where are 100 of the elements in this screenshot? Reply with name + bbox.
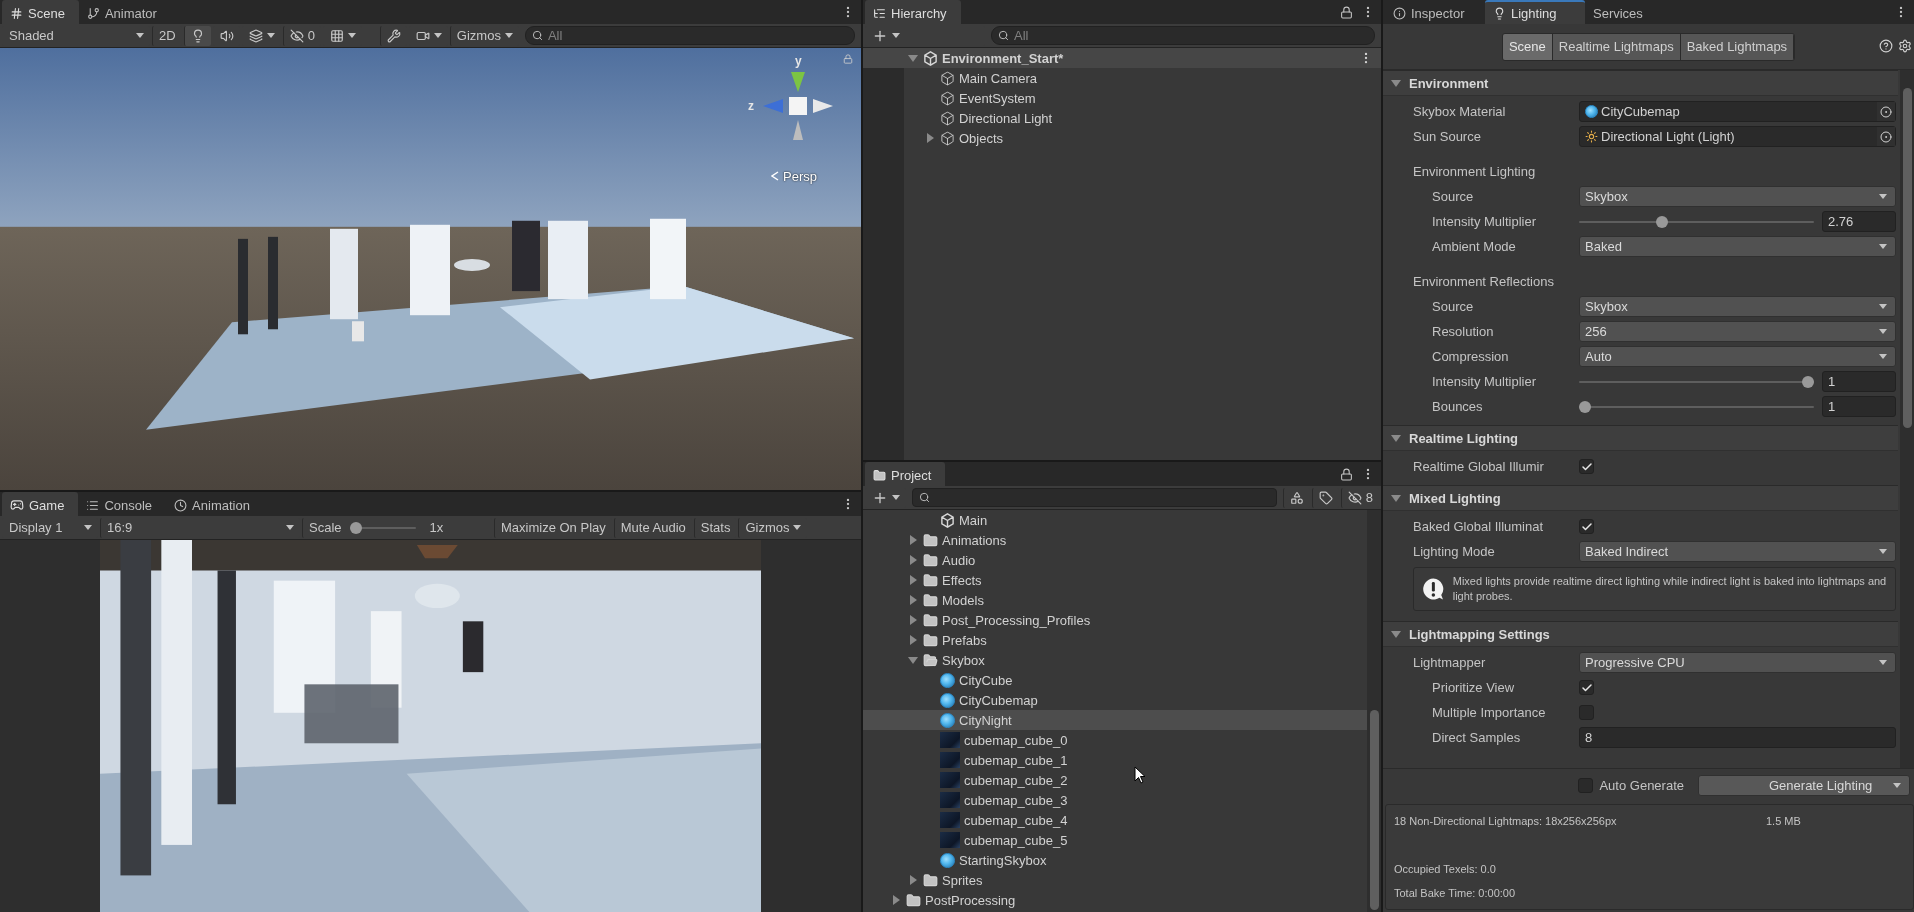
panel-tab[interactable]: Animator bbox=[78, 0, 171, 24]
slider-thumb[interactable] bbox=[349, 521, 362, 534]
number-field[interactable]: 1 bbox=[1822, 371, 1896, 392]
dropdown[interactable]: Skybox bbox=[1579, 296, 1896, 317]
checkbox[interactable] bbox=[1579, 519, 1594, 534]
picker-icon[interactable] bbox=[1880, 105, 1892, 118]
dropdown[interactable]: Progressive CPU bbox=[1579, 652, 1896, 673]
field-label: Source bbox=[1432, 299, 1475, 314]
project-item[interactable]: PostProcessing bbox=[863, 890, 1367, 910]
project-item[interactable]: Sprites bbox=[863, 870, 1367, 890]
project-item[interactable]: Animations bbox=[863, 530, 1367, 550]
collapse-arrow-icon[interactable] bbox=[892, 895, 900, 905]
panel-tab[interactable]: Hierarchy bbox=[865, 0, 961, 24]
expand-arrow-icon[interactable] bbox=[908, 54, 918, 62]
material-sphere-icon bbox=[940, 852, 955, 868]
slider[interactable] bbox=[1579, 399, 1814, 414]
project-item[interactable]: Audio bbox=[863, 550, 1367, 570]
lighting-subtab[interactable]: Baked Lightmaps bbox=[1680, 33, 1795, 60]
search-field[interactable]: All bbox=[524, 26, 855, 45]
texture-thumbnail-icon bbox=[940, 732, 960, 748]
project-item[interactable]: CityCubemap bbox=[863, 690, 1367, 710]
slider-thumb[interactable] bbox=[1802, 375, 1814, 388]
lighting-subtab[interactable]: Scene bbox=[1502, 33, 1553, 60]
search-field[interactable] bbox=[912, 488, 1277, 507]
panel-tab[interactable]: Game bbox=[2, 492, 79, 516]
project-item[interactable]: CityNight bbox=[863, 710, 1367, 730]
hierarchy-item[interactable]: Directional Light bbox=[863, 108, 1381, 128]
collapse-arrow-icon[interactable] bbox=[926, 133, 934, 143]
project-item[interactable]: Models bbox=[863, 590, 1367, 610]
panel-tab[interactable]: Animation bbox=[166, 492, 264, 516]
panel-tab[interactable]: Inspector bbox=[1385, 0, 1485, 24]
dropdown[interactable]: 256 bbox=[1579, 321, 1896, 342]
generate-lighting-button[interactable]: Generate Lighting bbox=[1698, 775, 1910, 796]
section-header[interactable]: Mixed Lighting bbox=[1383, 485, 1898, 511]
dropdown[interactable]: Baked Indirect bbox=[1579, 541, 1896, 562]
hierarchy-item[interactable]: EventSystem bbox=[863, 88, 1381, 108]
slider[interactable] bbox=[1579, 214, 1814, 229]
section-header[interactable]: Lightmapping Settings bbox=[1383, 621, 1898, 647]
hierarchy-item[interactable]: Objects bbox=[863, 128, 1381, 148]
lock-icon[interactable] bbox=[1340, 467, 1353, 481]
collapse-arrow-icon[interactable] bbox=[909, 575, 917, 585]
lighting-subtab[interactable]: Realtime Lightmaps bbox=[1552, 33, 1681, 60]
panel-tab[interactable]: Project bbox=[865, 462, 946, 486]
slider-thumb[interactable] bbox=[1579, 400, 1591, 413]
section-header[interactable]: Realtime Lighting bbox=[1383, 425, 1898, 451]
number-field[interactable]: 2.76 bbox=[1822, 211, 1896, 232]
section-header[interactable]: Environment bbox=[1383, 70, 1898, 96]
caret-icon bbox=[1879, 194, 1887, 199]
slider[interactable] bbox=[1579, 374, 1814, 389]
checkbox[interactable] bbox=[1579, 459, 1594, 474]
panel-tab[interactable]: Console bbox=[78, 492, 167, 516]
stats-text: 1.5 MB bbox=[1766, 815, 1802, 829]
object-field[interactable]: CityCubemap bbox=[1579, 101, 1896, 122]
object-field[interactable]: Directional Light (Light) bbox=[1579, 126, 1896, 147]
project-item[interactable]: Effects bbox=[863, 570, 1367, 590]
number-field[interactable]: 1 bbox=[1822, 396, 1896, 417]
dropdown[interactable]: Auto bbox=[1579, 346, 1896, 367]
project-item[interactable]: cubemap_cube_5 bbox=[863, 830, 1367, 850]
project-item[interactable]: cubemap_cube_2 bbox=[863, 770, 1367, 790]
search-field[interactable]: All bbox=[991, 26, 1375, 45]
lock-icon[interactable] bbox=[1340, 5, 1353, 19]
project-item[interactable]: cubemap_cube_1 bbox=[863, 750, 1367, 770]
project-item[interactable]: Prefabs bbox=[863, 630, 1367, 650]
slider-thumb[interactable] bbox=[1655, 215, 1668, 228]
project-item[interactable]: cubemap_cube_0 bbox=[863, 730, 1367, 750]
axis-label: y bbox=[795, 54, 802, 68]
field-label: Lighting Mode bbox=[1413, 544, 1496, 559]
collapse-arrow-icon[interactable] bbox=[909, 535, 917, 545]
collapse-arrow-icon[interactable] bbox=[909, 875, 917, 885]
dropdown[interactable]: Skybox bbox=[1579, 186, 1896, 207]
collapse-arrow-icon[interactable] bbox=[909, 595, 917, 605]
panel-tab[interactable]: Services bbox=[1585, 0, 1685, 24]
panel-tab[interactable]: Lighting bbox=[1485, 0, 1585, 24]
project-item[interactable]: cubemap_cube_4 bbox=[863, 810, 1367, 830]
texture-thumbnail-icon bbox=[940, 752, 960, 768]
texture-thumbnail-icon bbox=[940, 832, 960, 848]
project-item[interactable]: StartingSkybox bbox=[863, 850, 1367, 870]
help-icon[interactable] bbox=[1879, 39, 1893, 53]
project-item[interactable]: Post_Processing_Profiles bbox=[863, 610, 1367, 630]
project-item[interactable]: Skybox bbox=[863, 650, 1367, 670]
project-item[interactable]: cubemap_cube_3 bbox=[863, 790, 1367, 810]
project-item[interactable]: CityCube bbox=[863, 670, 1367, 690]
caret-icon bbox=[1879, 329, 1887, 334]
picker-icon[interactable] bbox=[1880, 130, 1892, 143]
project-item[interactable]: Main bbox=[863, 510, 1367, 530]
dropdown[interactable]: Baked bbox=[1579, 236, 1896, 257]
collapse-arrow-icon[interactable] bbox=[909, 635, 917, 645]
hierarchy-item[interactable]: Main Camera bbox=[863, 68, 1381, 88]
number-field[interactable]: 8 bbox=[1579, 727, 1896, 748]
scene-row[interactable]: Environment_Start* bbox=[863, 48, 1381, 68]
scale-slider[interactable] bbox=[349, 520, 416, 535]
collapse-arrow-icon[interactable] bbox=[909, 555, 917, 565]
field-label: Bounces bbox=[1432, 399, 1484, 414]
panel-tab[interactable]: Scene bbox=[2, 0, 79, 24]
lighting-toggle[interactable] bbox=[183, 25, 211, 46]
checkbox[interactable] bbox=[1579, 680, 1594, 695]
settings-icon[interactable] bbox=[1898, 39, 1912, 53]
collapse-arrow-icon[interactable] bbox=[909, 615, 917, 625]
material-sphere-icon bbox=[1585, 105, 1598, 118]
field-label: Prioritize View bbox=[1432, 680, 1516, 695]
